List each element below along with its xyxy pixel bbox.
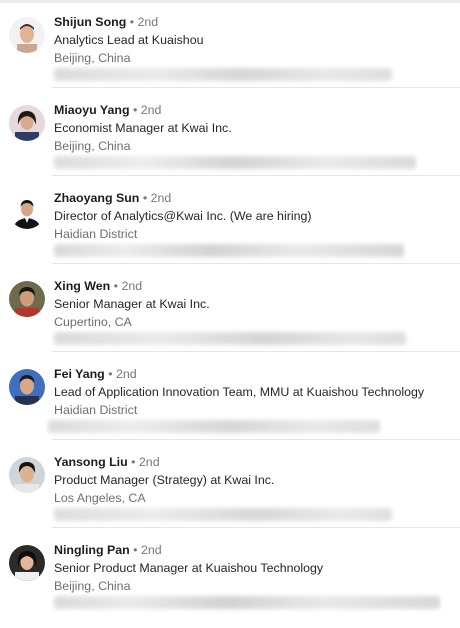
avatar[interactable] bbox=[9, 457, 45, 493]
person-location: Haidian District bbox=[54, 403, 138, 417]
list-item[interactable]: Miaoyu Yang • 2nd Economist Manager at K… bbox=[0, 88, 460, 176]
person-headline: Economist Manager at Kwai Inc. bbox=[54, 121, 232, 135]
avatar[interactable] bbox=[9, 17, 45, 53]
person-photo-icon bbox=[9, 193, 45, 229]
person-name-link[interactable]: Shijun Song bbox=[54, 15, 126, 29]
avatar[interactable] bbox=[9, 281, 45, 317]
person-location: Beijing, China bbox=[54, 579, 131, 593]
person-name-link[interactable]: Zhaoyang Sun bbox=[54, 191, 139, 205]
blurred-detail bbox=[54, 68, 392, 81]
blurred-detail bbox=[54, 332, 406, 345]
person-name-link[interactable]: Fei Yang bbox=[54, 367, 105, 381]
person-photo-icon bbox=[9, 17, 45, 53]
person-headline: Analytics Lead at Kuaishou bbox=[54, 33, 204, 47]
person-headline: Senior Product Manager at Kuaishou Techn… bbox=[54, 561, 324, 575]
blurred-detail bbox=[54, 508, 392, 521]
person-headline: Lead of Application Innovation Team, MMU… bbox=[54, 385, 425, 399]
avatar[interactable] bbox=[9, 369, 45, 405]
person-headline: Product Manager (Strategy) at Kwai Inc. bbox=[54, 473, 275, 487]
connection-degree: • 2nd bbox=[131, 455, 160, 469]
connection-degree: • 2nd bbox=[133, 543, 162, 557]
connection-degree: • 2nd bbox=[129, 15, 159, 29]
name-line: Fei Yang • 2nd bbox=[54, 366, 137, 382]
avatar[interactable] bbox=[9, 545, 45, 581]
person-photo-icon bbox=[9, 369, 45, 405]
connection-degree: • 2nd bbox=[108, 367, 137, 381]
person-name-link[interactable]: Miaoyu Yang bbox=[54, 103, 130, 117]
blurred-detail bbox=[54, 156, 416, 169]
blurred-detail bbox=[48, 420, 380, 433]
person-name-link[interactable]: Yansong Liu bbox=[54, 455, 128, 469]
list-item[interactable]: Fei Yang • 2nd Lead of Application Innov… bbox=[0, 352, 460, 440]
list-item[interactable]: Shijun Song • 2nd Analytics Lead at Kuai… bbox=[0, 0, 460, 88]
name-line: Xing Wen • 2nd bbox=[54, 278, 142, 294]
connection-degree: • 2nd bbox=[142, 191, 172, 205]
person-location: Haidian District bbox=[54, 227, 138, 241]
list-item[interactable]: Yansong Liu • 2nd Product Manager (Strat… bbox=[0, 440, 460, 528]
person-photo-icon bbox=[9, 545, 45, 581]
connection-degree: • 2nd bbox=[132, 103, 162, 117]
blurred-detail bbox=[54, 596, 440, 609]
name-line: Yansong Liu • 2nd bbox=[54, 454, 160, 470]
person-location: Cupertino, CA bbox=[54, 315, 132, 329]
person-photo-icon bbox=[9, 105, 45, 141]
person-photo-icon bbox=[9, 281, 45, 317]
person-location: Beijing, China bbox=[54, 51, 131, 65]
person-headline: Senior Manager at Kwai Inc. bbox=[54, 297, 210, 311]
list-item[interactable]: Ningling Pan • 2nd Senior Product Manage… bbox=[0, 528, 460, 616]
name-line: Shijun Song • 2nd bbox=[54, 14, 158, 30]
person-headline: Director of Analytics@Kwai Inc. (We are … bbox=[54, 209, 312, 223]
blurred-detail bbox=[54, 244, 404, 257]
person-location: Beijing, China bbox=[54, 139, 131, 153]
avatar[interactable] bbox=[9, 193, 45, 229]
name-line: Ningling Pan • 2nd bbox=[54, 542, 162, 558]
person-photo-icon bbox=[9, 457, 45, 493]
person-name-link[interactable]: Xing Wen bbox=[54, 279, 110, 293]
connection-degree: • 2nd bbox=[113, 279, 143, 293]
list-item[interactable]: Xing Wen • 2nd Senior Manager at Kwai In… bbox=[0, 264, 460, 352]
person-name-link[interactable]: Ningling Pan bbox=[54, 543, 130, 557]
list-item[interactable]: Zhaoyang Sun • 2nd Director of Analytics… bbox=[0, 176, 460, 264]
name-line: Miaoyu Yang • 2nd bbox=[54, 102, 161, 118]
avatar[interactable] bbox=[9, 105, 45, 141]
person-location: Los Angeles, CA bbox=[54, 491, 146, 505]
name-line: Zhaoyang Sun • 2nd bbox=[54, 190, 171, 206]
